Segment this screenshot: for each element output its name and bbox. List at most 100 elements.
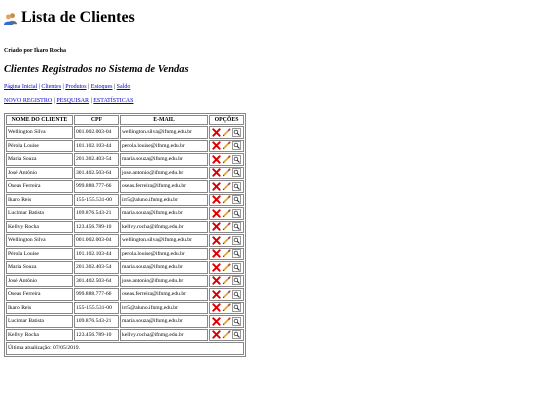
page-title: Lista de Clientes	[4, 9, 135, 27]
edit-icon[interactable]	[222, 276, 231, 285]
view-icon[interactable]	[232, 195, 241, 205]
edit-icon[interactable]	[222, 249, 231, 258]
nav-link-clients[interactable]: Clientes	[41, 84, 61, 90]
author-credit: Criado por Ikaro Rocha	[4, 48, 66, 54]
delete-icon[interactable]	[212, 168, 221, 177]
edit-icon[interactable]	[222, 155, 231, 164]
delete-icon[interactable]	[212, 276, 221, 285]
view-icon[interactable]	[232, 127, 241, 137]
users-icon	[4, 12, 17, 25]
search-link[interactable]: PESQUISAR	[56, 98, 89, 104]
delete-icon[interactable]	[212, 141, 221, 150]
cell-cpf: 201.302.403-54	[74, 153, 119, 166]
cell-options	[209, 166, 244, 179]
view-icon[interactable]	[232, 316, 241, 326]
nav-separator: |	[88, 84, 90, 90]
cell-email: perola.louise@ifnmg.edu.br	[120, 247, 208, 260]
delete-icon[interactable]	[212, 182, 221, 191]
view-icon[interactable]	[232, 276, 241, 286]
cell-cpf: 123.456.789-10	[74, 220, 119, 233]
cell-cpf: 155-155.531-00	[74, 301, 119, 314]
delete-icon[interactable]	[212, 249, 221, 258]
cell-email: irr5@aluno.ifnmg.edu.br	[120, 301, 208, 314]
delete-icon[interactable]	[212, 155, 221, 164]
cell-email: kellvy.rocha@ifnmg.edu.br	[120, 220, 208, 233]
nav-link-products[interactable]: Produtos	[65, 84, 86, 90]
view-icon[interactable]	[232, 168, 241, 178]
cell-cpf: 123.456.789-10	[74, 328, 119, 341]
edit-icon[interactable]	[222, 168, 231, 177]
cell-client-name: Ikaro Reis	[6, 301, 73, 314]
nav-link-home[interactable]: Página Inicial	[4, 84, 37, 90]
nav-link-stock[interactable]: Estoques	[91, 84, 113, 90]
edit-icon[interactable]	[222, 182, 231, 191]
table-row: Pérola Louise 101.102.103-44 perola.louise…	[6, 139, 244, 152]
edit-icon[interactable]	[222, 141, 231, 150]
cell-cpf: 109.876.543-21	[74, 315, 119, 328]
delete-icon[interactable]	[212, 128, 221, 137]
view-icon[interactable]	[232, 222, 241, 232]
cell-cpf: 301.402.503-64	[74, 166, 119, 179]
cell-options	[209, 234, 244, 247]
table-row: Wellington Silva 001.002.003-04 wellington…	[6, 126, 244, 139]
cell-options	[209, 328, 244, 341]
view-icon[interactable]	[232, 208, 241, 218]
cell-email: perola.louise@ifnmg.edu.br	[120, 139, 208, 152]
edit-icon[interactable]	[222, 195, 231, 204]
cell-email: maria.souza@ifnmg.edu.br	[120, 153, 208, 166]
edit-icon[interactable]	[222, 303, 231, 312]
table-row: José Antônio 301.402.503-64 jose.antonio@i…	[6, 274, 244, 287]
view-icon[interactable]	[232, 154, 241, 164]
delete-icon[interactable]	[212, 330, 221, 339]
edit-icon[interactable]	[222, 330, 231, 339]
cell-email: maria.souza@ifnmg.edu.br	[120, 207, 208, 220]
delete-icon[interactable]	[212, 290, 221, 299]
view-icon[interactable]	[232, 141, 241, 151]
statistics-link[interactable]: ESTATÍSTICAS	[93, 98, 133, 104]
cell-options	[209, 288, 244, 301]
nav-link-balance[interactable]: Saldo	[117, 84, 131, 90]
cell-client-name: Ikaro Reis	[6, 193, 73, 206]
delete-icon[interactable]	[212, 236, 221, 245]
cell-client-name: Maria Souza	[6, 261, 73, 274]
new-record-link[interactable]: NOVO REGISTRO	[4, 98, 52, 104]
edit-icon[interactable]	[222, 222, 231, 231]
table-row: Maria Souza 201.302.403-54 maria.souza@ifn…	[6, 153, 244, 166]
edit-icon[interactable]	[222, 209, 231, 218]
header-cpf: CPF	[74, 115, 119, 125]
delete-icon[interactable]	[212, 263, 221, 272]
table-row: Ikaro Reis 155-155.531-00 irr5@aluno.ifnmg…	[6, 193, 244, 206]
cell-options	[209, 207, 244, 220]
view-icon[interactable]	[232, 181, 241, 191]
table-row: Oseas Ferreira 999.888.777-66 oseas.ferrei…	[6, 288, 244, 301]
view-icon[interactable]	[232, 330, 241, 340]
delete-icon[interactable]	[212, 303, 221, 312]
delete-icon[interactable]	[212, 317, 221, 326]
nav-separator: |	[113, 84, 116, 90]
cell-client-name: Kellvy Rocha	[6, 328, 73, 341]
table-row: Wellington Silva 001.002.003-04 wellington…	[6, 234, 244, 247]
delete-icon[interactable]	[212, 195, 221, 204]
view-icon[interactable]	[232, 289, 241, 299]
cell-options	[209, 220, 244, 233]
cell-options	[209, 193, 244, 206]
cell-options	[209, 247, 244, 260]
nav-separator: |	[62, 84, 64, 90]
edit-icon[interactable]	[222, 290, 231, 299]
page-title-text: Lista de Clientes	[21, 9, 135, 26]
cell-cpf: 999.888.777-66	[74, 180, 119, 193]
view-icon[interactable]	[232, 235, 241, 245]
cell-email: maria.souza@ifnmg.edu.br	[120, 261, 208, 274]
delete-icon[interactable]	[212, 222, 221, 231]
edit-icon[interactable]	[222, 263, 231, 272]
edit-icon[interactable]	[222, 236, 231, 245]
view-icon[interactable]	[232, 249, 241, 259]
cell-options	[209, 153, 244, 166]
cell-client-name: Wellington Silva	[6, 126, 73, 139]
edit-icon[interactable]	[222, 317, 231, 326]
view-icon[interactable]	[232, 303, 241, 313]
delete-icon[interactable]	[212, 209, 221, 218]
cell-client-name: Lucimar Batista	[6, 207, 73, 220]
view-icon[interactable]	[232, 262, 241, 272]
edit-icon[interactable]	[222, 128, 231, 137]
